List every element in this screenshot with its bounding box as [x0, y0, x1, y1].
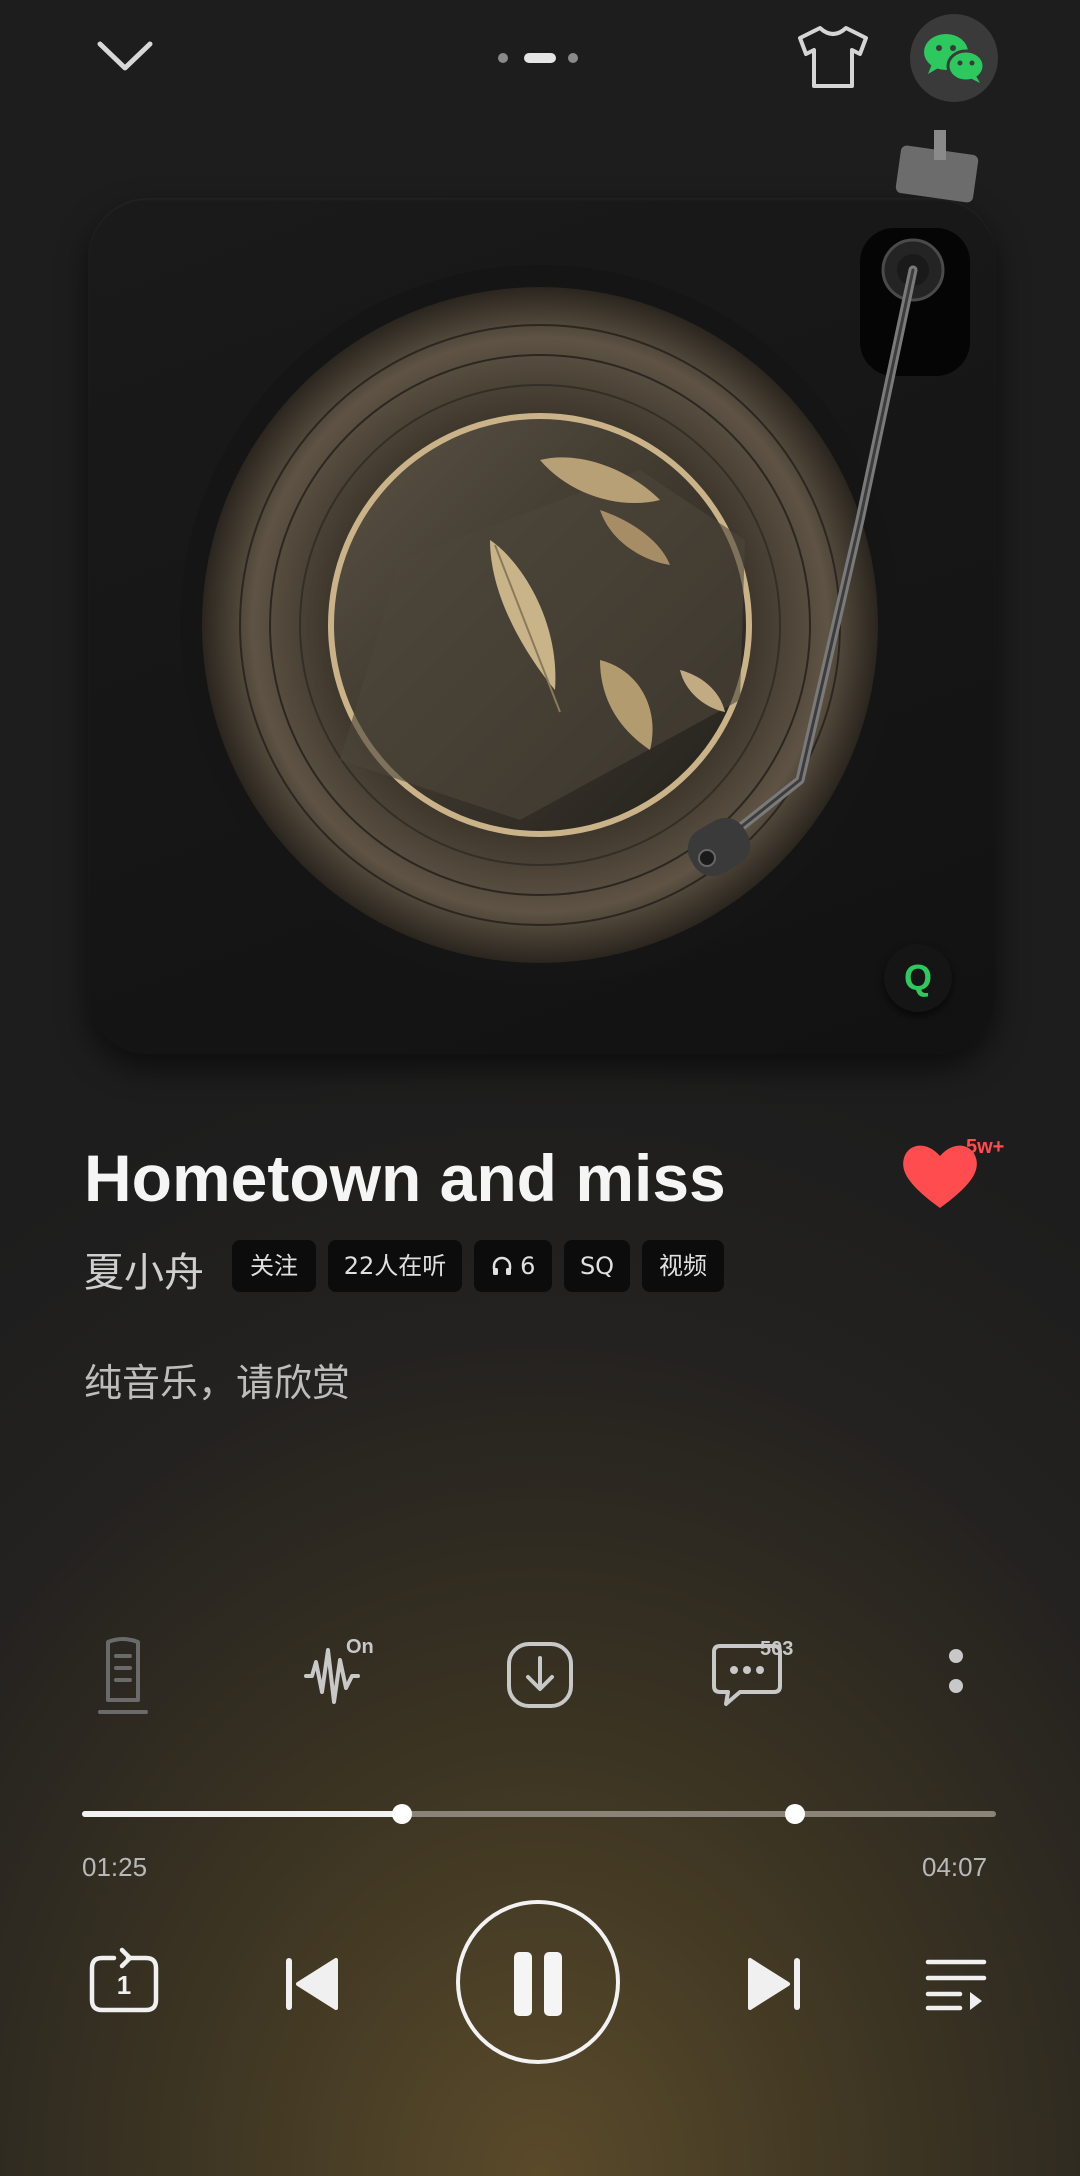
more-vertical-icon — [949, 1649, 963, 1693]
climax-marker[interactable] — [784, 1804, 805, 1824]
lyric-line[interactable]: 纯音乐，请欣赏 — [84, 1352, 350, 1407]
quality-tag[interactable]: SQ — [564, 1240, 630, 1292]
song-title: Hometown and miss — [84, 1141, 726, 1215]
current-time: 01:25 — [82, 1852, 148, 1882]
headphone-tag[interactable]: 6 — [474, 1240, 552, 1292]
follow-tag[interactable]: 关注 — [232, 1240, 316, 1292]
lyrics-poster-button[interactable] — [78, 1630, 168, 1720]
playlist-icon — [925, 1959, 987, 2011]
listeners-tag[interactable]: 22人在听 — [328, 1240, 462, 1292]
repeat-badge: 1 — [117, 1970, 131, 2000]
qq-music-logo[interactable]: Q — [884, 944, 952, 1012]
playlist-button[interactable] — [924, 1952, 988, 2016]
repeat-one-icon: 1 — [89, 1947, 159, 2013]
headphone-count: 6 — [520, 1252, 536, 1280]
more-button[interactable] — [912, 1630, 1002, 1720]
headphones-icon — [492, 1256, 511, 1275]
next-button[interactable] — [738, 1948, 808, 2020]
progress-thumb[interactable] — [391, 1804, 412, 1824]
previous-icon — [286, 1958, 338, 2010]
sound-effect-state: On — [346, 1636, 374, 1658]
total-time: 04:07 — [922, 1852, 988, 1882]
like-count: 5w+ — [966, 1136, 1005, 1158]
artist-name[interactable]: 夏小舟 — [84, 1240, 204, 1298]
lyrics-poster-icon — [98, 1637, 148, 1714]
previous-button[interactable] — [278, 1948, 348, 2020]
player-screen: Q Hometown and miss 5w+ 夏小舟 关注 22人在听 6 S… — [0, 0, 1080, 2176]
play-pause-button[interactable] — [456, 1900, 620, 2064]
comment-count: 503 — [760, 1638, 794, 1660]
download-button[interactable] — [495, 1630, 585, 1720]
progress-played — [82, 1811, 402, 1817]
repeat-mode-button[interactable]: 1 — [84, 1944, 164, 2024]
download-icon — [507, 1642, 573, 1708]
video-tag[interactable]: 视频 — [642, 1240, 724, 1292]
progress-bar[interactable] — [82, 1804, 996, 1824]
next-icon — [748, 1958, 800, 2010]
vinyl-record — [180, 130, 979, 985]
